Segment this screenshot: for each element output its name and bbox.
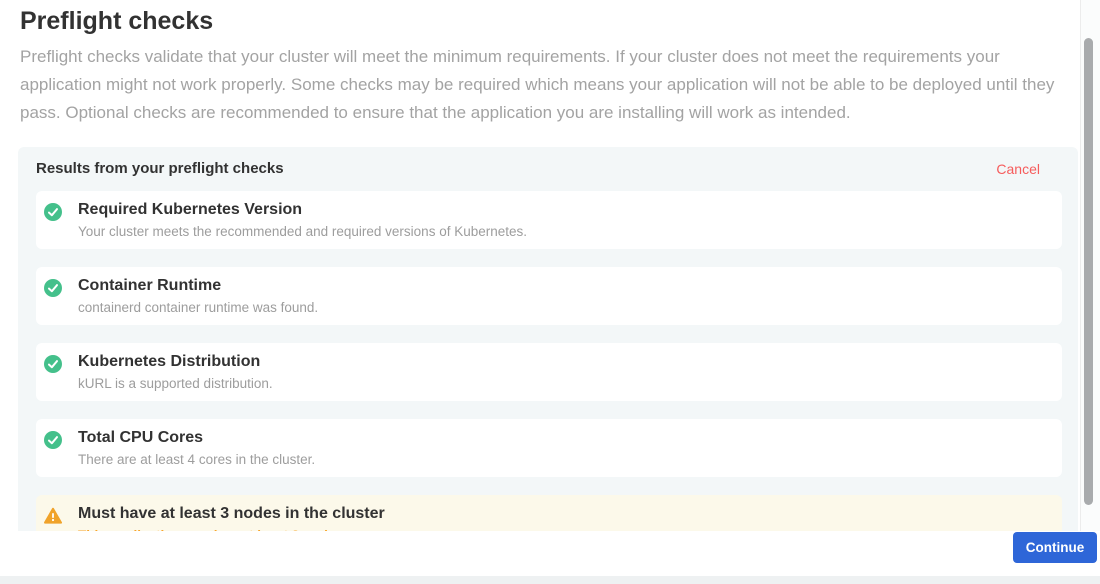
bottom-strip bbox=[0, 576, 1100, 584]
cancel-link[interactable]: Cancel bbox=[996, 161, 1040, 177]
results-header: Results from your preflight checks bbox=[36, 160, 284, 177]
check-result-row: Container Runtime containerd container r… bbox=[36, 267, 1062, 325]
check-result-row-warning: Must have at least 3 nodes in the cluste… bbox=[36, 495, 1062, 531]
check-title: Kubernetes Distribution bbox=[78, 352, 1048, 371]
check-title: Total CPU Cores bbox=[78, 428, 1048, 447]
check-result-row: Total CPU Cores There are at least 4 cor… bbox=[36, 419, 1062, 477]
check-message: There are at least 4 cores in the cluste… bbox=[78, 452, 1048, 467]
preflight-results-panel: Results from your preflight checks Cance… bbox=[18, 147, 1078, 531]
check-title: Must have at least 3 nodes in the cluste… bbox=[78, 504, 1048, 523]
page-description: Preflight checks validate that your clus… bbox=[20, 43, 1078, 127]
footer-bar: Continue bbox=[0, 531, 1100, 576]
check-message: Your cluster meets the recommended and r… bbox=[78, 224, 1048, 239]
check-title: Required Kubernetes Version bbox=[78, 200, 1048, 219]
warning-triangle-icon bbox=[44, 507, 62, 525]
scrollbar-thumb[interactable] bbox=[1084, 38, 1093, 505]
check-message: kURL is a supported distribution. bbox=[78, 376, 1048, 391]
panel-header: Results from your preflight checks Cance… bbox=[36, 160, 1062, 177]
checks-list: Required Kubernetes Version Your cluster… bbox=[36, 191, 1062, 531]
scrollbar-track[interactable] bbox=[1080, 0, 1100, 531]
check-result-row: Required Kubernetes Version Your cluster… bbox=[36, 191, 1062, 249]
continue-button[interactable]: Continue bbox=[1013, 532, 1097, 563]
check-circle-icon bbox=[44, 203, 62, 221]
check-message: containerd container runtime was found. bbox=[78, 300, 1048, 315]
page-title: Preflight checks bbox=[20, 7, 1080, 35]
check-circle-icon bbox=[44, 279, 62, 297]
check-result-row: Kubernetes Distribution kURL is a suppor… bbox=[36, 343, 1062, 401]
check-circle-icon bbox=[44, 355, 62, 373]
check-circle-icon bbox=[44, 431, 62, 449]
check-title: Container Runtime bbox=[78, 276, 1048, 295]
scroll-area: Preflight checks Preflight checks valida… bbox=[0, 0, 1080, 531]
